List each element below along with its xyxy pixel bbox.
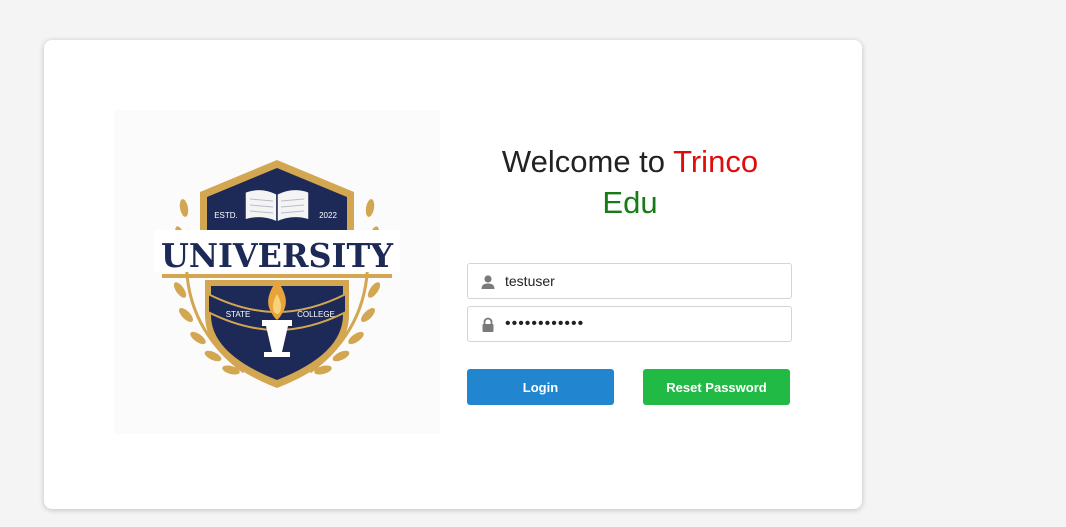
reset-password-button[interactable]: Reset Password [643, 369, 790, 405]
username-input[interactable] [505, 264, 785, 298]
brand-name-first: Trinco [673, 144, 759, 179]
logo-ribbon-right-text: COLLEGE [297, 310, 335, 319]
welcome-heading: Welcome to Trinco Edu [467, 141, 793, 223]
user-icon [480, 274, 496, 290]
login-button[interactable]: Login [467, 369, 614, 405]
logo-ribbon-left-text: STATE [226, 310, 251, 319]
password-field[interactable] [467, 306, 792, 342]
university-logo: ESTD. 2022 UNIVERSITY STATE COLLEGE [114, 110, 440, 434]
welcome-prefix: Welcome to [501, 144, 674, 179]
logo-year-text: 2022 [319, 211, 337, 220]
login-card: ESTD. 2022 UNIVERSITY STATE COLLEGE Welc… [44, 40, 862, 509]
university-crest-image: ESTD. 2022 UNIVERSITY STATE COLLEGE [154, 160, 400, 388]
password-input[interactable] [505, 307, 785, 341]
logo-university-text: UNIVERSITY [161, 236, 393, 275]
logo-estd-text: ESTD. [214, 211, 238, 220]
brand-name-second: Edu [602, 185, 658, 220]
username-field[interactable] [467, 263, 792, 299]
lock-icon [480, 317, 496, 333]
